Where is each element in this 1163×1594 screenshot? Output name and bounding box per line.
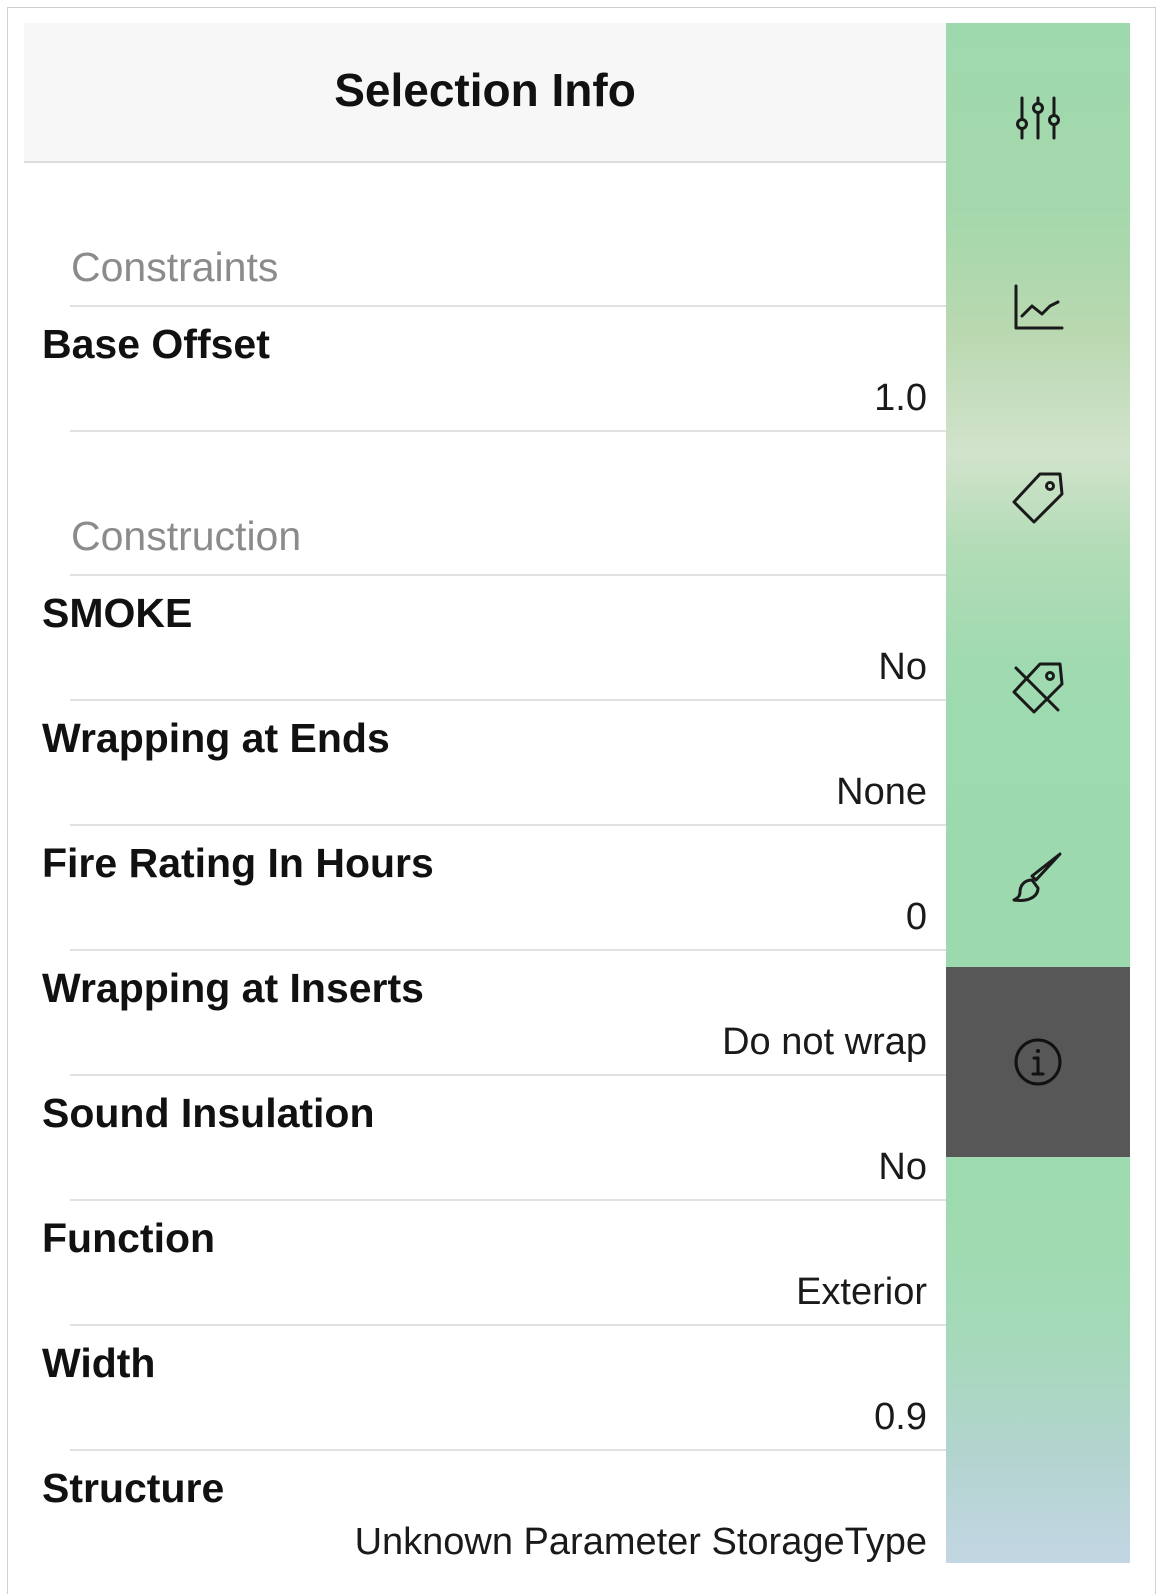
property-row-function[interactable]: Function Exterior <box>24 1201 946 1325</box>
property-label: Fire Rating In Hours <box>42 840 434 886</box>
property-value: No <box>878 1146 927 1188</box>
property-row-sound-insulation[interactable]: Sound Insulation No <box>24 1076 946 1200</box>
toolbar-button-properties[interactable] <box>946 23 1130 213</box>
property-value: Unknown Parameter StorageType <box>354 1521 927 1563</box>
property-label: Function <box>42 1215 216 1261</box>
property-row-fire-rating[interactable]: Fire Rating In Hours 0 <box>24 826 946 950</box>
selection-info-panel: Selection Info Constraints Base Offset 1… <box>24 23 946 1594</box>
toolbar-button-untag[interactable] <box>946 593 1130 783</box>
property-label: Width <box>42 1340 156 1386</box>
property-value: Do not wrap <box>722 1021 927 1063</box>
property-value: None <box>836 771 927 813</box>
property-row-base-offset[interactable]: Base Offset 1.0 <box>24 307 946 431</box>
property-value: Exterior <box>796 1271 927 1313</box>
property-label: Wrapping at Ends <box>42 715 390 761</box>
sliders-icon <box>1016 96 1060 140</box>
toolbar-button-tag[interactable] <box>946 403 1130 593</box>
toolbar-button-chart[interactable] <box>946 213 1130 403</box>
property-value: 1.0 <box>874 377 927 419</box>
property-row-wrapping-at-inserts[interactable]: Wrapping at Inserts Do not wrap <box>24 951 946 1075</box>
property-label: Structure <box>42 1465 225 1511</box>
property-value: 0 <box>905 896 927 938</box>
panel-header: Selection Info <box>24 23 946 163</box>
property-label: SMOKE <box>42 590 193 636</box>
property-label: Sound Insulation <box>42 1090 375 1136</box>
toolbar-button-info[interactable] <box>946 967 1130 1157</box>
divider <box>70 430 946 432</box>
section-header-construction: Construction <box>71 513 302 559</box>
untag-icon <box>1012 662 1064 714</box>
property-row-wrapping-at-ends[interactable]: Wrapping at Ends None <box>24 701 946 825</box>
page-title: Selection Info <box>334 64 636 116</box>
property-row-structure[interactable]: Structure Unknown Parameter StorageType <box>24 1451 946 1575</box>
property-row-width[interactable]: Width 0.9 <box>24 1326 946 1450</box>
property-value: 0.9 <box>874 1396 927 1438</box>
chart-icon <box>1014 284 1064 330</box>
property-label: Base Offset <box>42 321 270 367</box>
info-icon <box>1014 1038 1062 1086</box>
property-row-smoke[interactable]: SMOKE No <box>24 576 946 700</box>
property-label: Wrapping at Inserts <box>42 965 424 1011</box>
brush-icon <box>1012 852 1062 902</box>
toolbar-button-style[interactable] <box>946 783 1130 973</box>
property-value: No <box>878 646 927 688</box>
section-header-constraints: Constraints <box>71 244 279 290</box>
side-toolbar <box>946 23 1130 1563</box>
tag-icon <box>1012 472 1064 524</box>
